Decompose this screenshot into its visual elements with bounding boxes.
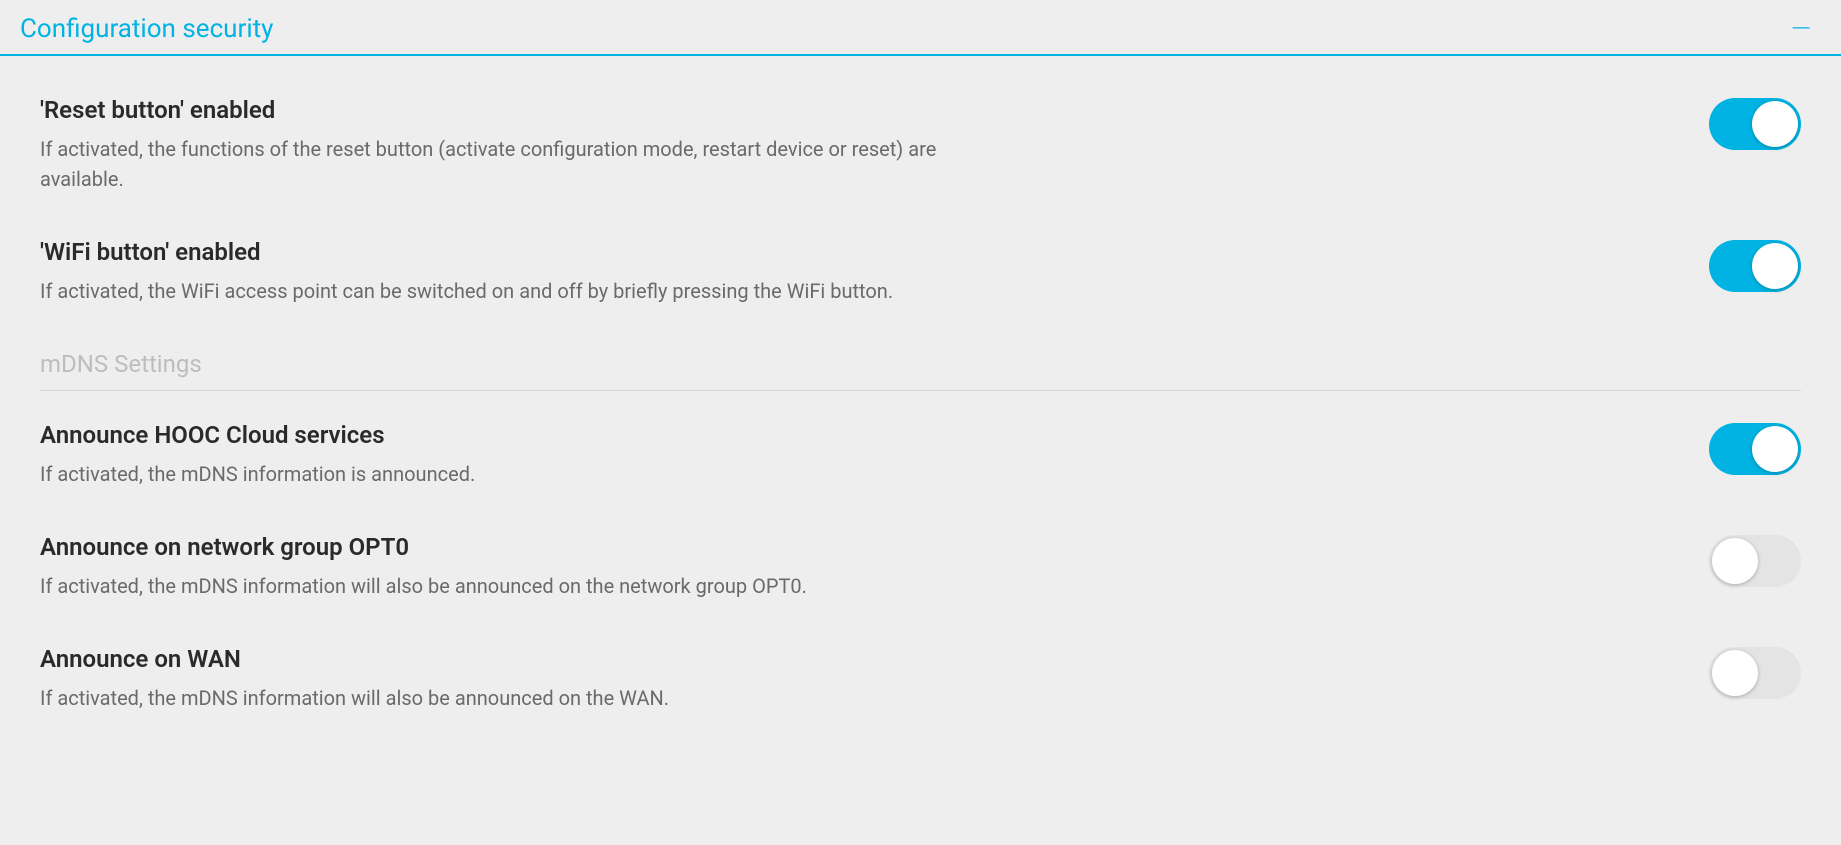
toggle-wifi-button[interactable] [1709, 240, 1801, 292]
toggle-knob [1752, 426, 1798, 472]
section-title: Configuration security [20, 14, 273, 44]
setting-announce-opt0: Announce on network group OPT0 If activa… [40, 533, 1801, 601]
settings-content: 'Reset button' enabled If activated, the… [0, 56, 1841, 713]
setting-text: Announce HOOC Cloud services If activate… [40, 421, 1240, 489]
toggle-knob [1752, 101, 1798, 147]
section-header: Configuration security — [0, 0, 1841, 56]
setting-desc: If activated, the mDNS information will … [40, 571, 940, 601]
setting-text: 'Reset button' enabled If activated, the… [40, 96, 1240, 194]
setting-announce-hooc: Announce HOOC Cloud services If activate… [40, 421, 1801, 489]
setting-announce-wan: Announce on WAN If activated, the mDNS i… [40, 645, 1801, 713]
subsection-title-mdns: mDNS Settings [40, 350, 1801, 391]
setting-label: 'Reset button' enabled [40, 96, 1240, 124]
setting-desc: If activated, the WiFi access point can … [40, 276, 940, 306]
setting-text: 'WiFi button' enabled If activated, the … [40, 238, 1240, 306]
setting-wifi-button: 'WiFi button' enabled If activated, the … [40, 238, 1801, 306]
setting-label: 'WiFi button' enabled [40, 238, 1240, 266]
toggle-knob [1752, 243, 1798, 289]
setting-desc: If activated, the mDNS information is an… [40, 459, 940, 489]
toggle-announce-opt0[interactable] [1709, 535, 1801, 587]
setting-desc: If activated, the functions of the reset… [40, 134, 940, 194]
collapse-icon[interactable]: — [1791, 16, 1821, 42]
setting-desc: If activated, the mDNS information will … [40, 683, 940, 713]
toggle-announce-wan[interactable] [1709, 647, 1801, 699]
setting-text: Announce on network group OPT0 If activa… [40, 533, 1240, 601]
setting-reset-button: 'Reset button' enabled If activated, the… [40, 96, 1801, 194]
setting-label: Announce HOOC Cloud services [40, 421, 1240, 449]
toggle-knob [1712, 650, 1758, 696]
toggle-knob [1712, 538, 1758, 584]
setting-label: Announce on network group OPT0 [40, 533, 1240, 561]
setting-label: Announce on WAN [40, 645, 1240, 673]
toggle-reset-button[interactable] [1709, 98, 1801, 150]
setting-text: Announce on WAN If activated, the mDNS i… [40, 645, 1240, 713]
toggle-announce-hooc[interactable] [1709, 423, 1801, 475]
